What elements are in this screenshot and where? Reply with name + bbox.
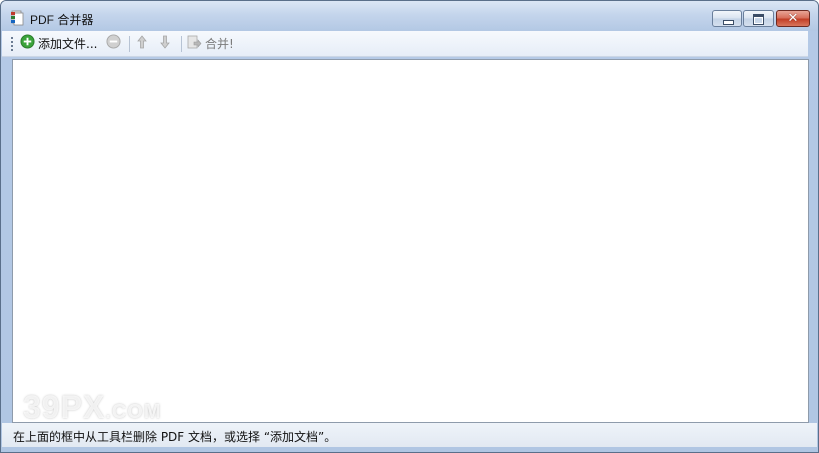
close-icon: ✕ xyxy=(787,11,799,26)
app-icon xyxy=(10,10,26,26)
toolbar-separator xyxy=(129,36,130,52)
watermark-logo: 39PX.COM xyxy=(23,389,162,425)
add-files-label: 添加文件... xyxy=(38,36,98,51)
status-bar: 在上面的框中从工具栏删除 PDF 文档，或选择 “添加文档”。 xyxy=(2,423,817,447)
toolbar-grip[interactable] xyxy=(11,37,13,51)
close-button[interactable]: ✕ xyxy=(776,10,810,27)
merge-document-icon xyxy=(186,34,202,53)
arrow-up-icon xyxy=(135,34,149,53)
move-up-button[interactable] xyxy=(135,33,149,53)
title-bar[interactable]: PDF 合并器 ✕ xyxy=(1,1,818,31)
merge-button[interactable]: 合并! xyxy=(186,33,234,53)
add-files-button[interactable]: 添加文件... xyxy=(20,33,97,53)
move-down-button[interactable] xyxy=(158,33,172,53)
toolbar: 添加文件... 合并! xyxy=(2,31,808,57)
window-title: PDF 合并器 xyxy=(30,13,94,27)
pdf-file-list[interactable] xyxy=(12,59,809,423)
status-text: 在上面的框中从工具栏删除 PDF 文档，或选择 “添加文档”。 xyxy=(13,430,337,444)
remove-circle-icon xyxy=(106,34,121,52)
minimize-button[interactable] xyxy=(712,10,742,27)
merge-label: 合并! xyxy=(205,36,234,51)
add-circle-icon xyxy=(20,34,35,52)
toolbar-separator xyxy=(181,36,182,52)
remove-file-button[interactable] xyxy=(106,33,121,53)
maximize-button[interactable] xyxy=(743,10,774,27)
arrow-down-icon xyxy=(158,34,172,53)
app-window: PDF 合并器 ✕ 添加文件... 合并! 39PX.COM 在上面的框中从工具… xyxy=(0,0,819,453)
